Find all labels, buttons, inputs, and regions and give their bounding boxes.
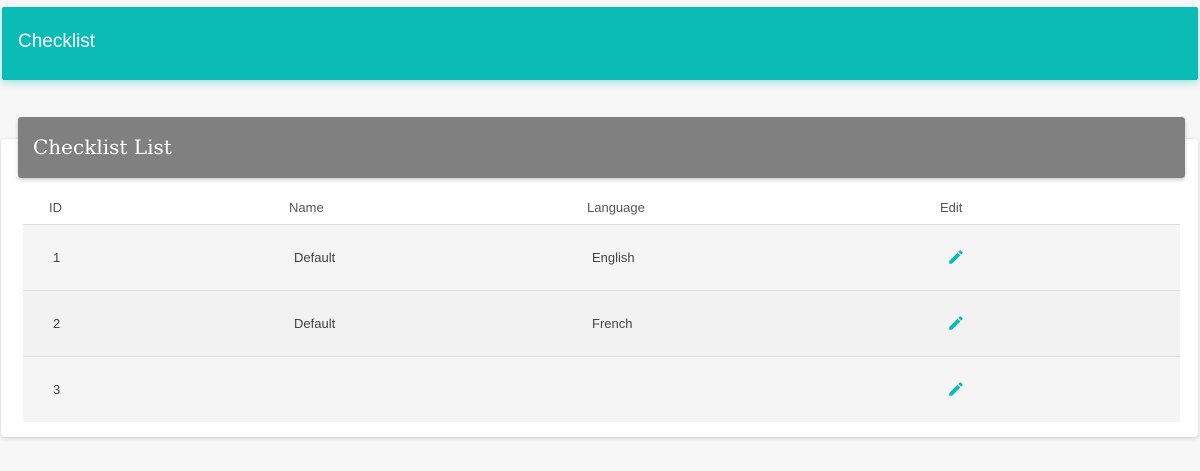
row-id: 3 xyxy=(53,382,61,397)
column-header-language: Language xyxy=(587,200,645,215)
app-header: Checklist xyxy=(2,7,1198,80)
table-row: 2 Default French xyxy=(23,291,1180,357)
row-language: French xyxy=(592,316,633,331)
row-language: English xyxy=(592,250,635,265)
table-row: 1 Default English xyxy=(23,225,1180,291)
checklist-table: ID Name Language Edit 1 Default English … xyxy=(23,190,1180,422)
row-name: Default xyxy=(294,316,336,331)
column-header-edit: Edit xyxy=(940,200,963,215)
app-title: Checklist xyxy=(18,31,96,52)
column-header-id: ID xyxy=(49,200,62,215)
pencil-icon[interactable] xyxy=(947,380,965,398)
pencil-icon[interactable] xyxy=(947,314,965,332)
card-title: Checklist List xyxy=(33,135,172,159)
row-id: 1 xyxy=(53,250,61,265)
card-header: Checklist List xyxy=(18,117,1185,178)
row-id: 2 xyxy=(53,316,61,331)
pencil-icon[interactable] xyxy=(947,248,965,266)
table-row: 3 xyxy=(23,357,1180,422)
column-header-name: Name xyxy=(289,200,324,215)
table-header: ID Name Language Edit xyxy=(23,190,1180,225)
row-name: Default xyxy=(294,250,336,265)
